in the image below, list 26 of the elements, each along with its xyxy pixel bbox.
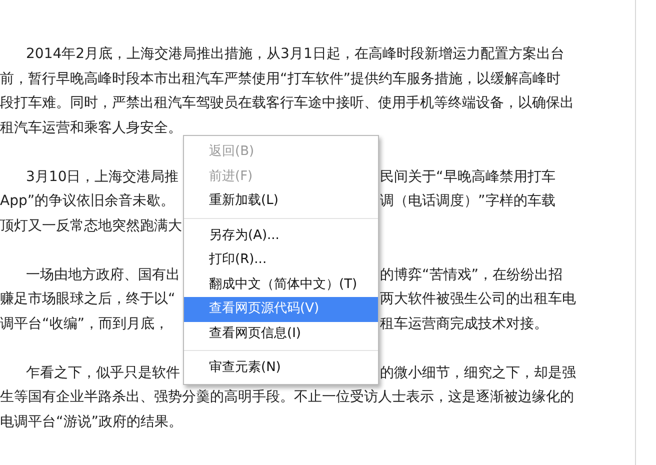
text-line: 两大软件被强生公司的出租车电 xyxy=(380,290,576,309)
text-line: 生等国有企业半路杀出、强势分羹的高明手段。不止一位受访人士表示，这是逐渐被边缘化的 xyxy=(0,388,574,407)
text-line: 一场由地方政府、国有出 xyxy=(26,266,180,284)
text-line: 乍看之下，似乎只是软件 xyxy=(26,364,180,382)
text-line: App”的争议依旧余音未歇。 xyxy=(0,192,175,211)
menu-item[interactable]: 查看网页信息(I) xyxy=(184,322,378,346)
text-line: 调（电话调度）”字样的车载 xyxy=(380,192,556,211)
text-line: 租汽车运营和乘客人身安全。 xyxy=(0,118,182,138)
menu-item[interactable]: 重新加载(L) xyxy=(184,189,378,214)
text-line: 的微小细节，细究之下，却是强 xyxy=(380,364,576,382)
text-line: 2014年2月底，上海交港局推出措施，从3月1日起，在高峰时段新增运力配置方案出台 xyxy=(26,45,564,64)
text-line: 前，暂行早晚高峰时段本市出租汽车严禁使用“打车软件”提供约车服务措施，以缓解高峰时 xyxy=(0,70,561,88)
text-line: 租车运营商完成技术对接。 xyxy=(380,314,548,334)
text-line: 顶灯又一反常态地突然跑满大 xyxy=(0,216,182,236)
text-line: 3月10日，上海交港局推 xyxy=(26,168,179,186)
menu-item[interactable]: 另存为(A)... xyxy=(184,224,378,248)
menu-item[interactable]: 翻成中文（简体中文）(T) xyxy=(184,272,378,297)
text-line: 段打车难。同时，严禁出租汽车驾驶员在载客行车途中接听、使用手机等终端设备，以确保出 xyxy=(0,94,574,113)
text-line: 电调平台“游说”政府的结果。 xyxy=(0,412,183,432)
menu-item[interactable]: 查看网页源代码(V) xyxy=(184,297,378,322)
menu-item[interactable]: 打印(R)... xyxy=(184,248,378,272)
text-line: 的博弈“苦情戏”，在纷纷出招 xyxy=(380,266,563,284)
text-line: 赚足市场眼球之后，终于以“ xyxy=(0,290,176,309)
text-line: 调平台“收编”，而到月底， xyxy=(0,314,169,334)
text-line: 民间关于“早晚高峰禁用打车 xyxy=(380,168,556,186)
menu-item[interactable]: 审查元素(N) xyxy=(184,356,378,380)
